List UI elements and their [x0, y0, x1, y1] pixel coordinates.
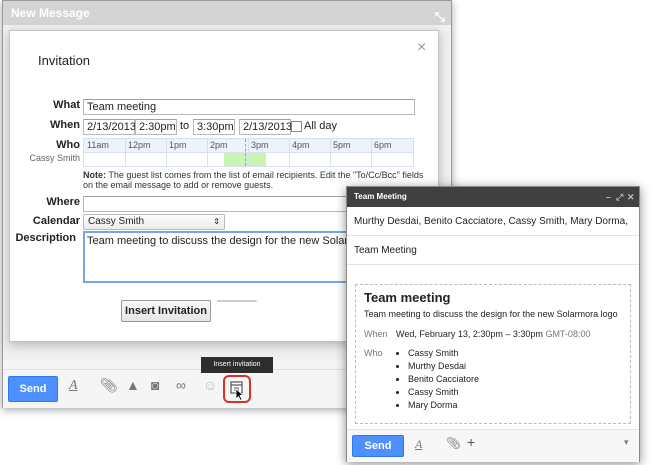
send-button[interactable]: Send: [352, 435, 404, 457]
list-item: Cassy Smith: [408, 386, 479, 399]
attach-icon[interactable]: 📎︎: [446, 436, 461, 450]
time-slot-label: 2pm: [210, 140, 228, 150]
calendar-invite-highlight[interactable]: [223, 375, 251, 403]
link-icon[interactable]: ∞: [176, 377, 186, 393]
time-slot-label: 5pm: [333, 140, 351, 150]
subject-row[interactable]: Team Meeting: [347, 236, 639, 265]
event-when: Wed, February 13, 2:30pm – 3:30pm GMT-08…: [396, 329, 590, 339]
when-label: When: [50, 119, 80, 131]
camera-icon[interactable]: ◙: [151, 377, 159, 393]
emoji-icon[interactable]: ☺: [203, 377, 217, 393]
event-card: Team meeting Team meeting to discuss the…: [355, 284, 631, 424]
dialog-title: Invitation: [38, 53, 91, 68]
list-item: Cassy Smith: [408, 347, 479, 360]
list-item: Benito Cacciatore: [408, 373, 479, 386]
chevron-down-icon[interactable]: ▾: [624, 437, 629, 448]
time-slot-label: 6pm: [374, 140, 392, 150]
recipients-row[interactable]: Murthy Desdai, Benito Cacciatore, Cassy …: [347, 207, 639, 236]
guest-list: Cassy Smith Murthy Desdai Benito Cacciat…: [396, 347, 479, 412]
attach-icon[interactable]: 📎︎: [100, 377, 118, 394]
drive-icon[interactable]: ▲: [126, 377, 140, 393]
what-label: What: [53, 99, 80, 111]
minimize-icon[interactable]: –: [606, 187, 611, 207]
where-label: Where: [46, 196, 80, 208]
subject: Team Meeting: [354, 245, 417, 256]
list-item: Mary Dorma: [408, 399, 479, 412]
allday-checkbox[interactable]: [291, 121, 302, 132]
description-label: Description: [15, 232, 76, 244]
time-slot-label: 3pm: [251, 140, 269, 150]
tooltip: Insert invitation: [201, 357, 273, 373]
list-item: Murthy Desdai: [408, 360, 479, 373]
send-button[interactable]: Send: [8, 376, 58, 402]
time-slot-label: 1pm: [169, 140, 187, 150]
select-arrows-icon: ⇕: [213, 217, 220, 226]
cancel-button[interactable]: [217, 300, 257, 302]
availability-grid: 11am 12pm 1pm 2pm 3pm 4pm 5pm 6pm: [83, 138, 414, 167]
formatting-icon[interactable]: A: [69, 378, 78, 394]
calendar-select-value: Cassy Smith: [88, 216, 145, 227]
time-slot-label: 11am: [87, 140, 109, 150]
time-slot-label: 12pm: [128, 140, 151, 150]
message-title-bar[interactable]: Team Meeting – ⤢ ✕: [347, 187, 639, 207]
what-input[interactable]: Team meeting: [83, 99, 415, 115]
compose-title: New Message: [11, 6, 90, 20]
who-label: Who: [364, 348, 383, 358]
who-label: Who: [56, 139, 80, 151]
message-toolbar: Send A 📎︎ + ▾: [347, 429, 639, 462]
insert-invitation-button[interactable]: Insert Invitation: [121, 300, 211, 322]
note-bold: Note:: [83, 170, 106, 180]
when-value: Wed, February 13, 2:30pm – 3:30pm: [396, 329, 543, 339]
event-title: Team meeting: [364, 290, 451, 305]
end-time-input[interactable]: 3:30pm: [193, 119, 235, 135]
recipients: Murthy Desdai, Benito Cacciatore, Cassy …: [354, 216, 628, 227]
calendar-select[interactable]: Cassy Smith ⇕: [83, 214, 225, 230]
allday-label: All day: [304, 120, 338, 132]
to-label: to: [180, 120, 190, 132]
start-date-input[interactable]: 2/13/2013: [83, 119, 136, 135]
close-icon[interactable]: ✕: [627, 187, 635, 207]
message-title: Team Meeting: [354, 192, 407, 201]
calendar-icon: [230, 381, 244, 402]
close-icon[interactable]: ×: [417, 39, 426, 57]
start-time-input[interactable]: 2:30pm: [135, 119, 177, 135]
guest-name: Cassy Smith: [29, 153, 80, 163]
timezone: GMT-08:00: [545, 329, 591, 339]
calendar-label: Calendar: [32, 215, 80, 227]
compose-title-bar[interactable]: New Message ⤡: [3, 1, 451, 25]
when-label: When: [364, 329, 388, 339]
sent-message-window: Team Meeting – ⤢ ✕ Murthy Desdai, Benito…: [346, 186, 640, 462]
more-options-plus-icon[interactable]: +: [467, 434, 475, 450]
expand-icon[interactable]: ⤢: [616, 187, 623, 207]
formatting-icon[interactable]: A: [415, 437, 422, 452]
time-slot-label: 4pm: [292, 140, 310, 150]
event-description: Team meeting to discuss the design for t…: [364, 309, 618, 319]
end-date-input[interactable]: 2/13/2013: [239, 119, 292, 135]
